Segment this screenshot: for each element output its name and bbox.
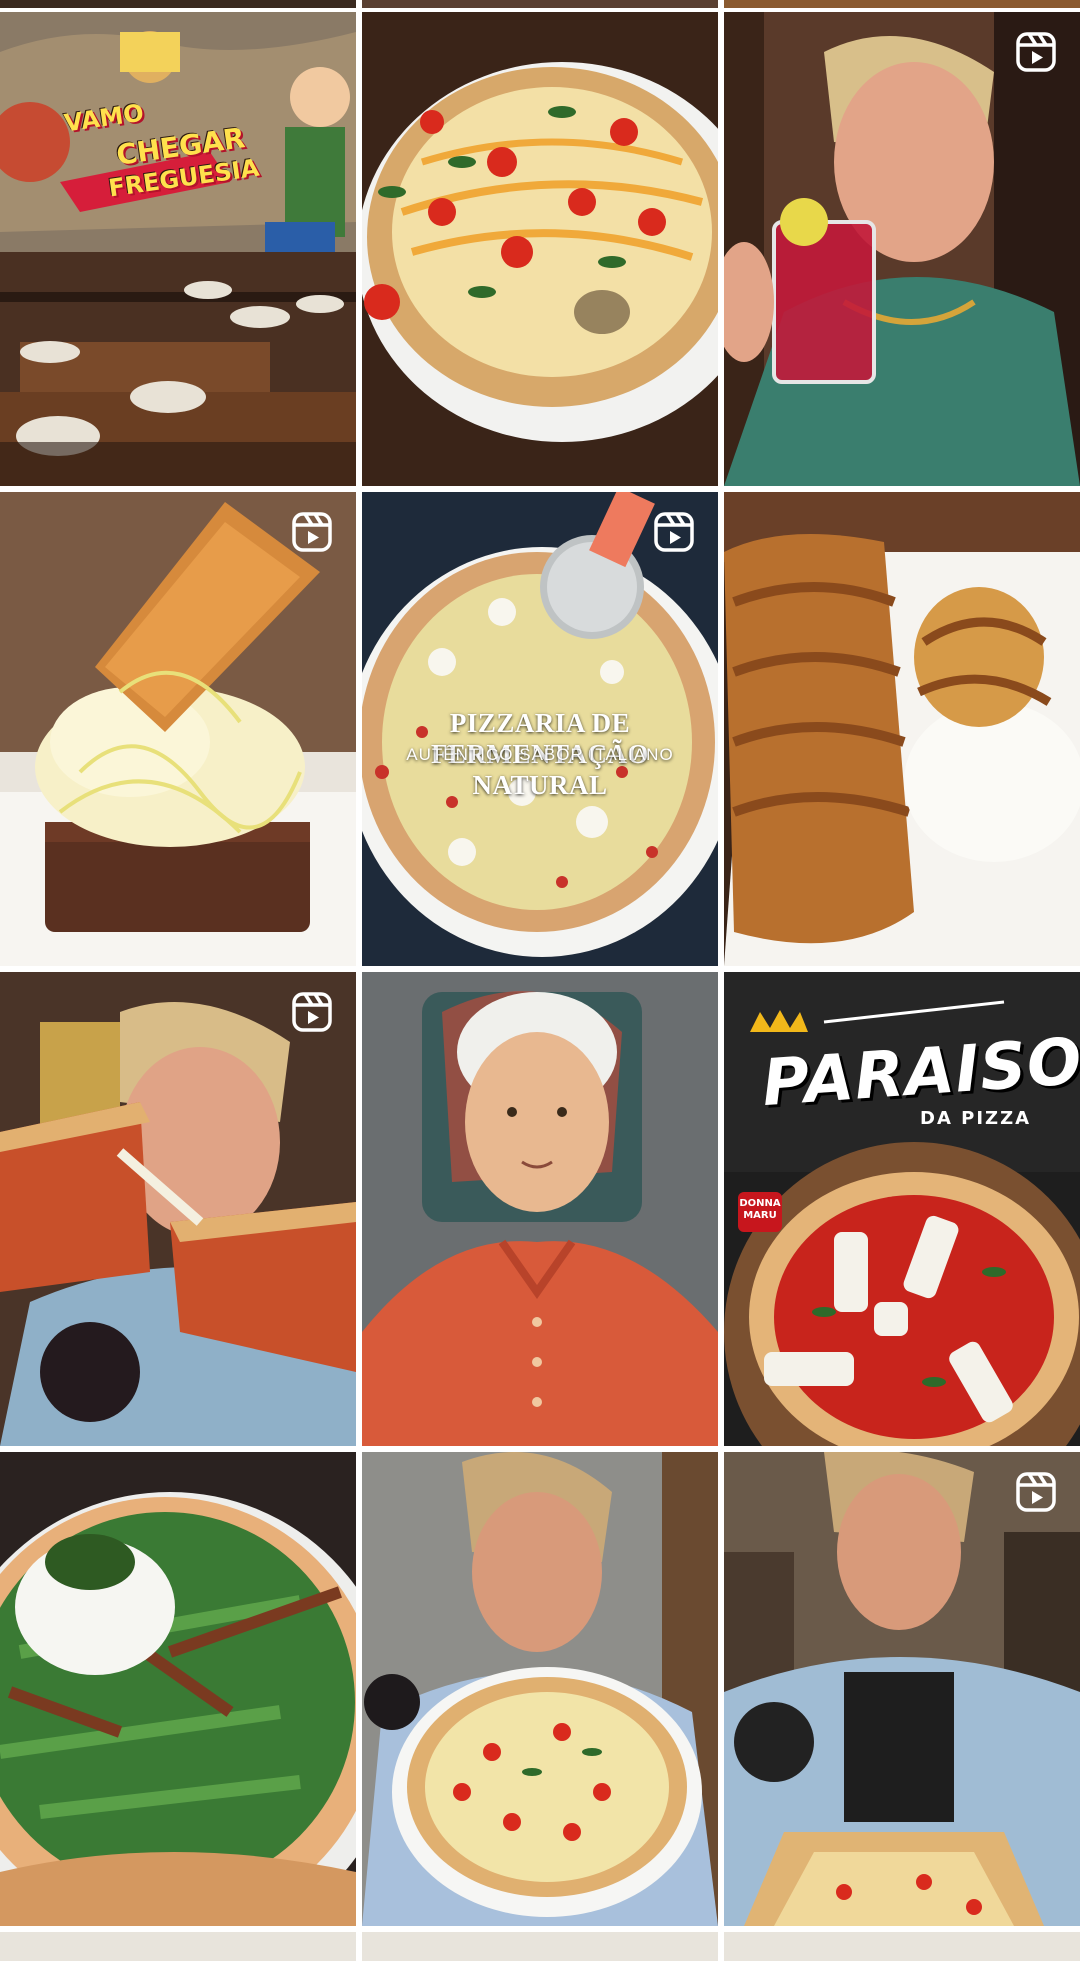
woman-drinking-image [724,12,1080,486]
post-tile-margherita-pizza[interactable] [362,12,718,486]
woman-pizza-table-image [724,1452,1080,1926]
reels-icon [292,512,332,552]
reels-icon [1016,32,1056,72]
post-tile-white-pizza-cutting[interactable]: PIZZARIA DE FERMENTAÇÃO NATURAL AUTÊNTIC… [362,492,718,966]
overlay-subtitle: AUTÊNTICO SABOR ITALIANO [406,745,674,764]
next-row-tile-middle[interactable] [362,1932,718,1961]
previous-row-tile-right[interactable] [724,0,1080,8]
post-tile-woman-pizza-table[interactable] [724,1452,1080,1926]
reels-icon [654,512,694,552]
post-tile-woman-drinking[interactable] [724,12,1080,486]
woman-holding-pizza-image [362,1452,718,1926]
donna-maru-logo: DONNA MARU [738,1192,782,1232]
post-tile-burrata-pizza[interactable] [0,1452,356,1926]
previous-row-tile-left[interactable] [0,0,356,8]
dessert-brownie-image [0,492,356,966]
next-row-tile-left[interactable] [0,1932,356,1961]
previous-row-tile-middle[interactable] [362,0,718,8]
post-tile-dessert-brownie[interactable] [0,492,356,966]
woman-cheese-pull-image [0,972,356,1446]
margherita-pizza-image [362,12,718,486]
post-tile-grandma-illustration[interactable] [362,972,718,1446]
post-tile-caramel-calzone[interactable] [724,492,1080,966]
paraiso-subtitle: DA PIZZA [920,1108,1032,1129]
post-tile-paraiso-pizza[interactable]: PARAISO DA PIZZA DONNA MARU [724,972,1080,1446]
grandma-illustration-image [362,972,718,1446]
next-row-tile-right[interactable] [724,1932,1080,1961]
post-tile-woman-cheese-pull[interactable] [0,972,356,1446]
reels-icon [1016,1472,1056,1512]
caramel-calzone-image [724,492,1080,966]
profile-posts-grid: VAMO CHEGAR FREGUESIA PIZZARIA DE FERMEN… [0,0,1080,1961]
post-tile-woman-holding-pizza[interactable] [362,1452,718,1926]
post-tile-restaurant-mural[interactable]: VAMO CHEGAR FREGUESIA [0,12,356,486]
reels-icon [292,992,332,1032]
restaurant-mural-image [0,12,356,486]
burrata-pizza-image [0,1452,356,1926]
